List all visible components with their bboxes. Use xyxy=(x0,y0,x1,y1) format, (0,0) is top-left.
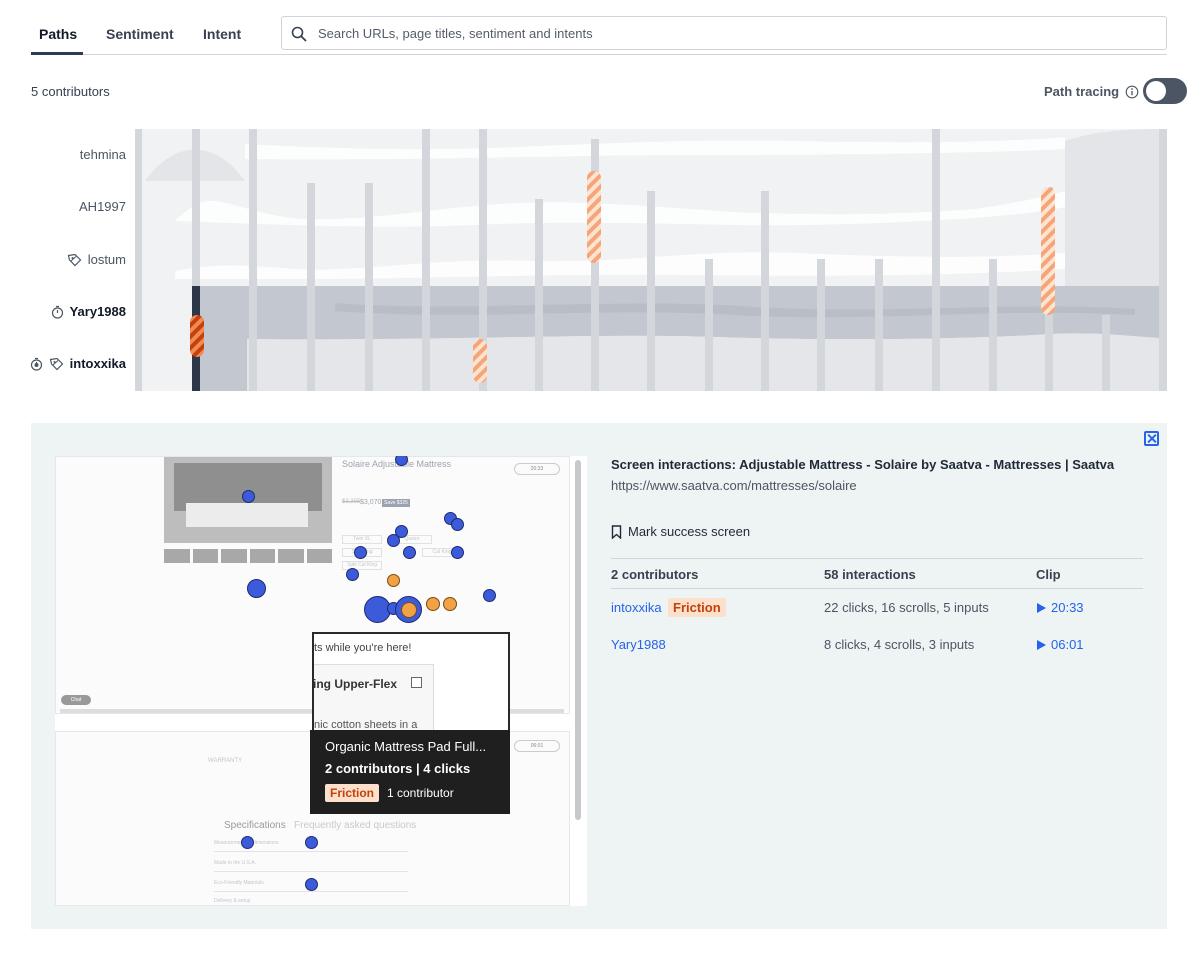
row-label-yary1988[interactable]: Yary1988 xyxy=(51,304,126,319)
tooltip-preview: ts while you're here! ing Upper-Flex nic… xyxy=(312,632,510,732)
tab-sentiment[interactable]: Sentiment xyxy=(106,26,174,42)
header-clip: Clip xyxy=(1036,567,1061,582)
path-band-intoxxika xyxy=(247,333,1159,391)
preview-timer: 20:33 xyxy=(514,463,560,475)
clip-link[interactable]: 06:01 xyxy=(1036,637,1084,652)
search-icon xyxy=(291,26,307,42)
click-heat-dot[interactable] xyxy=(451,518,464,531)
screen-url: https://www.saatva.com/mattresses/solair… xyxy=(611,478,857,493)
close-panel-button[interactable] xyxy=(1144,431,1159,446)
tag-icon xyxy=(67,253,82,266)
table-row: intoxxika Friction 22 clicks, 16 scrolls… xyxy=(611,589,1143,626)
click-heat-dot[interactable] xyxy=(387,534,400,547)
click-heat-dot[interactable] xyxy=(305,878,318,891)
screen-interactions-panel: Solaire Adjustable Mattress $3,395 $3,07… xyxy=(31,423,1167,929)
friction-marker[interactable] xyxy=(1041,187,1055,315)
click-heat-dot[interactable] xyxy=(241,836,254,849)
interaction-summary: 8 clicks, 4 scrolls, 3 inputs xyxy=(824,637,975,652)
friction-heat-dot[interactable] xyxy=(426,597,440,611)
contributor-link[interactable]: Yary1988 xyxy=(611,637,666,652)
preview-chat-button: Chat xyxy=(61,695,91,705)
contributors-count: 5 contributors xyxy=(31,84,110,99)
screenshot-scrollbar-thumb[interactable] xyxy=(575,460,581,820)
table-row: Yary1988 8 clicks, 4 scrolls, 3 inputs 0… xyxy=(611,626,1143,663)
thumbnail-strip xyxy=(164,549,332,563)
info-icon[interactable] xyxy=(1125,85,1139,99)
preview-price-strike: $3,395 xyxy=(342,499,361,505)
toggle-knob xyxy=(1146,81,1166,101)
table-header: 2 contributors 58 interactions Clip xyxy=(611,558,1143,589)
click-heat-dot[interactable] xyxy=(305,836,318,849)
tag-icon xyxy=(49,357,63,370)
mark-success-button[interactable]: Mark success screen xyxy=(611,524,750,539)
click-heat-dot[interactable] xyxy=(451,546,464,559)
screen-details: Screen interactions: Adjustable Mattress… xyxy=(611,457,1143,652)
header-contributors: 2 contributors xyxy=(611,567,699,582)
product-mattress xyxy=(186,503,308,527)
tooltip-title: Organic Mattress Pad Full... xyxy=(325,739,487,754)
preview-spec-tab: Specifications xyxy=(224,820,286,831)
click-heat-dot[interactable] xyxy=(483,589,496,602)
active-tab-indicator xyxy=(31,52,83,55)
tab-bar: Paths Sentiment Intent xyxy=(31,16,1167,55)
screen-title: Screen interactions: Adjustable Mattress… xyxy=(611,457,1115,472)
friction-marker[interactable] xyxy=(587,171,601,263)
search-box xyxy=(281,16,1167,50)
tab-intent[interactable]: Intent xyxy=(203,26,241,42)
friction-heat-dot-selected[interactable] xyxy=(401,602,417,618)
header-interactions: 58 interactions xyxy=(824,567,916,582)
timer-icon xyxy=(30,357,42,371)
play-icon xyxy=(1037,602,1046,613)
preview-price: $3,070 xyxy=(360,499,382,506)
click-heat-dot[interactable] xyxy=(346,568,359,581)
click-heat-dot[interactable] xyxy=(242,490,255,503)
path-tracing-toggle[interactable] xyxy=(1143,78,1187,104)
bookmark-icon xyxy=(611,524,622,539)
path-band-right xyxy=(1065,129,1167,291)
timer-icon xyxy=(51,305,63,319)
preview-sale-badge: Save $325 xyxy=(382,499,410,507)
play-icon xyxy=(1037,639,1046,650)
row-label-tehmina[interactable]: tehmina xyxy=(80,147,126,162)
clip-link[interactable]: 20:33 xyxy=(1036,600,1084,615)
hotspot-tooltip: Organic Mattress Pad Full... 2 contribut… xyxy=(310,730,510,814)
row-label-ah1997[interactable]: AH1997 xyxy=(79,199,126,214)
tooltip-friction-count: 1 contributor xyxy=(387,786,454,800)
friction-badge: Friction xyxy=(668,598,726,617)
preview-timer-2: 06:01 xyxy=(514,740,560,752)
path-flow-svg xyxy=(135,129,1167,391)
click-heat-dot[interactable] xyxy=(247,579,266,598)
row-label-lostum[interactable]: lostum xyxy=(67,252,126,267)
tooltip-stats: 2 contributors | 4 clicks xyxy=(325,761,471,776)
friction-marker[interactable] xyxy=(473,339,487,383)
friction-badge: Friction xyxy=(325,784,379,802)
interaction-summary: 22 clicks, 16 scrolls, 5 inputs xyxy=(824,600,989,615)
contributor-link[interactable]: intoxxika xyxy=(611,600,662,615)
preview-spec-row: Delivery & setup xyxy=(214,898,251,904)
tab-paths[interactable]: Paths xyxy=(39,26,77,42)
preview-spec-row: Made in the U.S.A. xyxy=(214,860,408,872)
contributors-table: 2 contributors 58 interactions Clip into… xyxy=(611,558,1143,663)
preview-warranty-label: WARRANTY xyxy=(208,758,243,764)
search-input[interactable] xyxy=(316,17,1156,49)
click-heat-dot[interactable] xyxy=(403,546,416,559)
checkbox-preview xyxy=(411,677,422,688)
preview-faq-tab: Frequently asked questions xyxy=(294,820,417,831)
friction-marker[interactable] xyxy=(190,315,204,357)
tooltip-snippet: ts while you're here! xyxy=(314,642,412,654)
path-tracing-label: Path tracing xyxy=(1044,84,1120,99)
tooltip-snippet: ing Upper-Flex xyxy=(313,677,398,691)
click-heat-dot[interactable] xyxy=(354,546,367,559)
path-flow-chart[interactable] xyxy=(135,129,1167,391)
friction-heat-dot[interactable] xyxy=(443,597,457,611)
friction-heat-dot[interactable] xyxy=(387,574,400,587)
row-label-intoxxika[interactable]: intoxxika xyxy=(30,356,126,371)
